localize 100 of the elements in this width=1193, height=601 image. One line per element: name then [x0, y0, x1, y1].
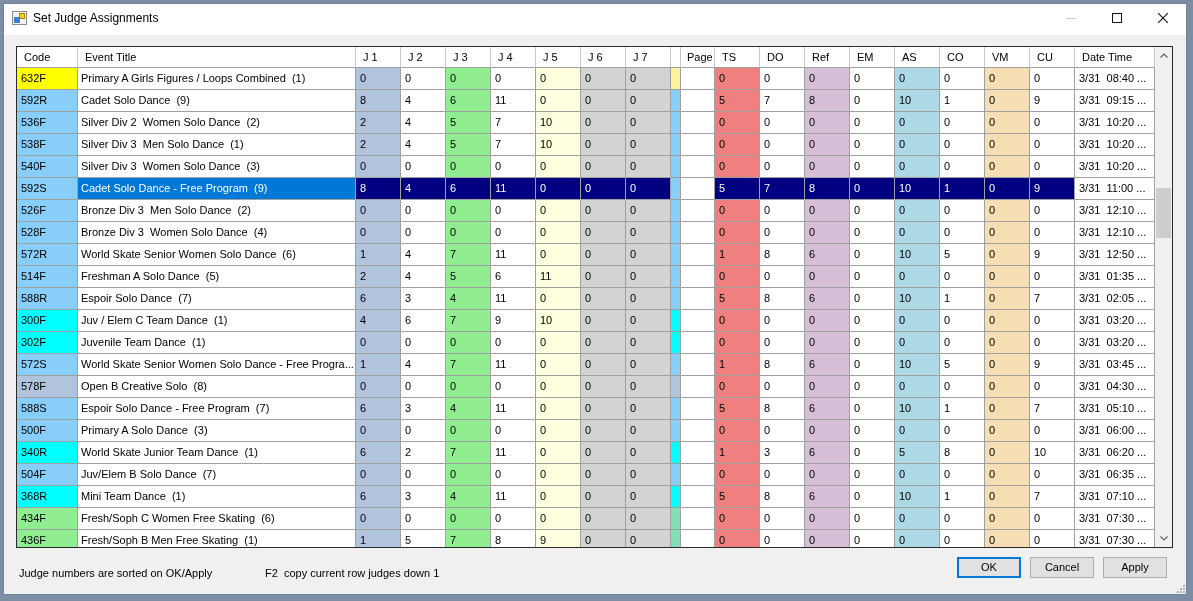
- judge-number-cell[interactable]: 0: [1030, 508, 1075, 530]
- judge-number-cell[interactable]: 0: [940, 68, 985, 90]
- judge-number-cell[interactable]: 8: [760, 398, 805, 420]
- judge-number-cell[interactable]: 0: [760, 310, 805, 332]
- judge-number-cell[interactable]: 0: [985, 266, 1030, 288]
- apply-button[interactable]: Apply: [1103, 557, 1167, 578]
- judge-number-cell[interactable]: 0: [850, 266, 895, 288]
- judge-number-cell[interactable]: 10: [1030, 442, 1075, 464]
- judge-number-cell[interactable]: 11: [491, 178, 536, 200]
- judge-number-cell[interactable]: 0: [850, 222, 895, 244]
- judge-number-cell[interactable]: 0: [536, 68, 581, 90]
- judge-number-cell[interactable]: 0: [985, 398, 1030, 420]
- judge-number-cell[interactable]: 0: [985, 530, 1030, 547]
- judge-number-cell[interactable]: 1: [715, 442, 760, 464]
- judge-number-cell[interactable]: 0: [985, 90, 1030, 112]
- judge-number-cell[interactable]: 2: [356, 134, 401, 156]
- judge-number-cell[interactable]: 8: [760, 486, 805, 508]
- judge-number-cell[interactable]: 0: [760, 156, 805, 178]
- judge-number-cell[interactable]: 0: [850, 112, 895, 134]
- judge-number-cell[interactable]: 0: [356, 420, 401, 442]
- judge-number-cell[interactable]: 0: [581, 508, 626, 530]
- judge-number-cell[interactable]: 0: [446, 464, 491, 486]
- judge-number-cell[interactable]: 11: [491, 442, 536, 464]
- judge-number-cell[interactable]: 0: [850, 200, 895, 222]
- judge-number-cell[interactable]: 0: [715, 508, 760, 530]
- judge-number-cell[interactable]: 4: [401, 266, 446, 288]
- judge-number-cell[interactable]: 0: [356, 68, 401, 90]
- judge-number-cell[interactable]: 0: [581, 442, 626, 464]
- judge-number-cell[interactable]: 0: [536, 464, 581, 486]
- judge-number-cell[interactable]: 6: [805, 442, 850, 464]
- judge-number-cell[interactable]: 0: [581, 222, 626, 244]
- judge-number-cell[interactable]: 0: [985, 354, 1030, 376]
- judge-number-cell[interactable]: 1: [715, 354, 760, 376]
- judge-number-cell[interactable]: 0: [895, 464, 940, 486]
- column-header[interactable]: CU: [1030, 47, 1075, 68]
- judge-number-cell[interactable]: 10: [895, 244, 940, 266]
- judge-number-cell[interactable]: 11: [491, 354, 536, 376]
- judge-number-cell[interactable]: 0: [715, 464, 760, 486]
- judge-number-cell[interactable]: 0: [536, 486, 581, 508]
- judge-number-cell[interactable]: 0: [940, 376, 985, 398]
- judge-number-cell[interactable]: 0: [940, 134, 985, 156]
- judge-number-cell[interactable]: 0: [895, 420, 940, 442]
- column-header[interactable]: J 5: [536, 47, 581, 68]
- judge-number-cell[interactable]: 0: [581, 266, 626, 288]
- judge-number-cell[interactable]: 0: [536, 442, 581, 464]
- judge-number-cell[interactable]: 0: [985, 420, 1030, 442]
- resize-grip-icon[interactable]: [1176, 584, 1185, 593]
- judge-number-cell[interactable]: 0: [446, 508, 491, 530]
- judge-number-cell[interactable]: 6: [805, 486, 850, 508]
- cancel-button[interactable]: Cancel: [1030, 557, 1094, 578]
- judge-number-cell[interactable]: 0: [760, 266, 805, 288]
- judge-number-cell[interactable]: 0: [850, 508, 895, 530]
- judge-number-cell[interactable]: 0: [1030, 134, 1075, 156]
- judge-number-cell[interactable]: 0: [805, 508, 850, 530]
- judge-number-cell[interactable]: 9: [491, 310, 536, 332]
- judge-number-cell[interactable]: 0: [401, 508, 446, 530]
- judge-number-cell[interactable]: 0: [985, 244, 1030, 266]
- judge-number-cell[interactable]: 0: [850, 244, 895, 266]
- judge-number-cell[interactable]: 0: [760, 68, 805, 90]
- judge-number-cell[interactable]: 0: [895, 266, 940, 288]
- judge-number-cell[interactable]: 0: [850, 398, 895, 420]
- ok-button[interactable]: OK: [957, 557, 1021, 578]
- judge-number-cell[interactable]: 0: [491, 376, 536, 398]
- judge-number-cell[interactable]: 0: [536, 508, 581, 530]
- judge-number-cell[interactable]: 7: [1030, 486, 1075, 508]
- judge-number-cell[interactable]: 0: [536, 200, 581, 222]
- judge-number-cell[interactable]: 0: [626, 398, 671, 420]
- judge-number-cell[interactable]: 0: [446, 156, 491, 178]
- judge-number-cell[interactable]: 11: [491, 486, 536, 508]
- column-header[interactable]: Page: [681, 47, 715, 68]
- judge-number-cell[interactable]: 0: [895, 134, 940, 156]
- judge-number-cell[interactable]: 0: [536, 398, 581, 420]
- judge-number-cell[interactable]: 0: [1030, 112, 1075, 134]
- judge-number-cell[interactable]: 0: [581, 486, 626, 508]
- judge-number-cell[interactable]: 9: [536, 530, 581, 547]
- judge-number-cell[interactable]: 0: [491, 156, 536, 178]
- judge-number-cell[interactable]: 0: [401, 200, 446, 222]
- judge-number-cell[interactable]: 0: [895, 222, 940, 244]
- judge-number-cell[interactable]: 5: [715, 288, 760, 310]
- judge-number-cell[interactable]: 0: [985, 178, 1030, 200]
- judge-number-cell[interactable]: 0: [850, 134, 895, 156]
- judge-number-cell[interactable]: 0: [985, 68, 1030, 90]
- judge-number-cell[interactable]: 0: [895, 200, 940, 222]
- judge-number-cell[interactable]: 0: [985, 112, 1030, 134]
- judge-number-cell[interactable]: 4: [401, 134, 446, 156]
- judge-number-cell[interactable]: 11: [491, 398, 536, 420]
- judge-number-cell[interactable]: 0: [356, 464, 401, 486]
- judge-number-cell[interactable]: 0: [715, 420, 760, 442]
- judge-number-cell[interactable]: 0: [626, 354, 671, 376]
- column-header[interactable]: J 3: [446, 47, 491, 68]
- judge-number-cell[interactable]: 0: [940, 200, 985, 222]
- judge-number-cell[interactable]: 0: [581, 420, 626, 442]
- judge-number-cell[interactable]: 10: [536, 310, 581, 332]
- judge-number-cell[interactable]: 0: [940, 266, 985, 288]
- judge-number-cell[interactable]: 0: [536, 376, 581, 398]
- judge-number-cell[interactable]: 0: [985, 222, 1030, 244]
- judge-number-cell[interactable]: 0: [850, 310, 895, 332]
- judge-number-cell[interactable]: 8: [356, 90, 401, 112]
- judge-number-cell[interactable]: 0: [536, 156, 581, 178]
- judge-number-cell[interactable]: 0: [401, 376, 446, 398]
